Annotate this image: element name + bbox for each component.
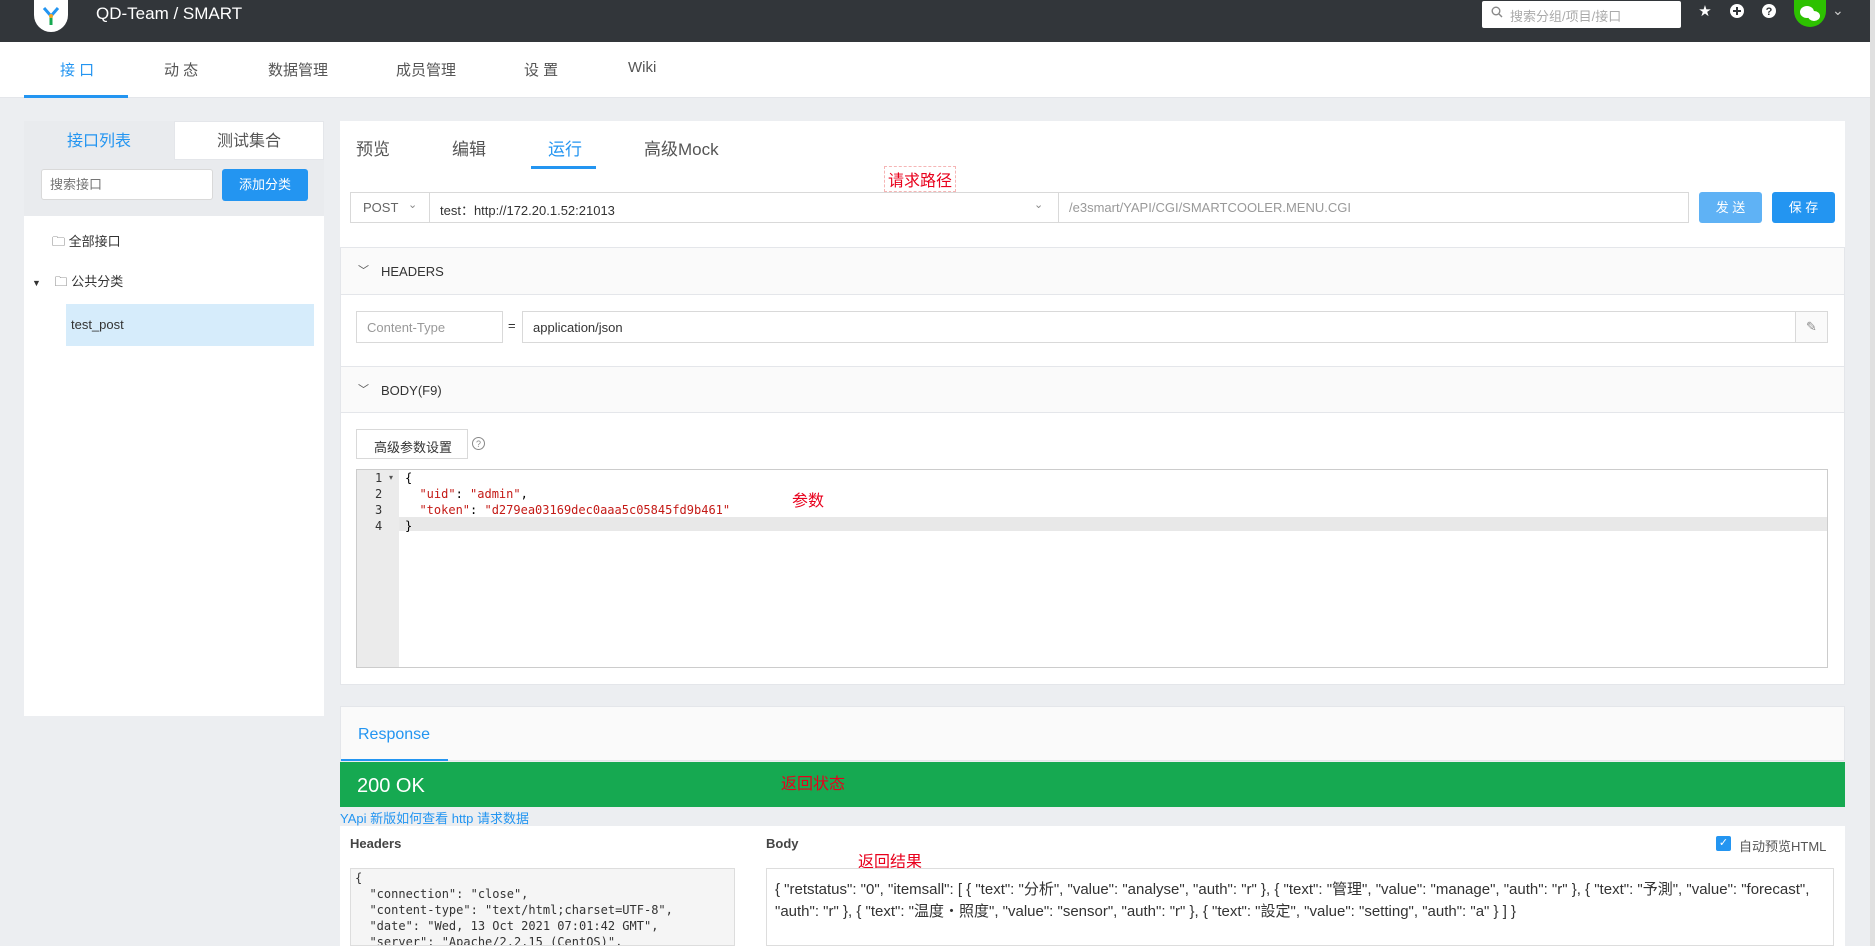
response-status-bar: 200 OK [340,762,1845,807]
chevron-down-icon: ⌄ [1034,199,1044,211]
add-category-button[interactable]: 添加分类 [222,169,308,201]
global-search-placeholder: 搜索分组/项目/接口 [1510,9,1622,24]
tree-category-public[interactable]: ▼ 🗀 公共分类 [32,271,123,295]
search-icon [1491,6,1503,21]
headers-title: HEADERS [381,264,444,279]
yapi-logo[interactable] [34,0,68,32]
active-line-highlight [399,517,1827,531]
request-path-input[interactable]: /e3smart/YAPI/CGI/SMARTCOOLER.MENU.CGI [1058,192,1689,223]
tab-api[interactable]: 接 口 [60,59,94,80]
response-headers-code: { "connection": "close", "content-type":… [350,868,735,946]
header-equals: = [508,318,516,333]
tree-all-apis[interactable]: 🗀 全部接口 [52,231,121,255]
tree-item-test-post[interactable]: test_post [66,304,314,346]
api-search-input[interactable] [41,169,213,200]
annotation-status: 返回状态 [781,776,846,793]
tree-all-apis-label: 全部接口 [68,234,121,249]
chevron-down-icon: ﹀ [358,384,369,396]
code-line: "uid": "admin", [419,487,528,501]
tab-members[interactable]: 成员管理 [396,59,456,80]
save-button[interactable]: 保 存 [1772,192,1835,223]
tree-category-label: 公共分类 [71,274,124,289]
code-line: } [405,519,413,533]
method-value: POST [363,200,399,215]
environment-value: test：http://172.20.1.52:21013 [440,203,615,218]
response-body-label: Body [766,836,799,851]
method-select[interactable]: POST ⌄ [350,192,430,223]
auto-preview-label[interactable]: 自动预览HTML [1739,836,1826,855]
headers-panel-header[interactable]: ﹀ HEADERS [340,247,1845,295]
code-line: "token": "d279ea03169dec0aaa5c05845fd9b4… [419,503,731,517]
http-help-link[interactable]: YApi 新版如何查看 http 请求数据 [340,808,529,827]
api-sidebar: 接口列表 测试集合 添加分类 🗀 全部接口 ▼ 🗀 公共分类 test_post [24,121,324,716]
star-icon[interactable]: ★ [1696,3,1714,21]
body-code-editor[interactable]: 1 2 3 4 ▾ { "uid": "admin", "token": "d2… [356,469,1828,668]
active-tab-indicator [24,95,128,98]
line-number: 2 [375,487,383,501]
folder-icon: 🗀 [52,234,66,249]
response-body-text: { "retstatus": "0", "itemsall": [ { "tex… [766,868,1834,946]
code-line: { [405,471,413,485]
line-number: 4 [375,519,383,533]
response-tab-bar: Response [340,706,1845,761]
project-nav: 接 口 动 态 数据管理 成员管理 设 置 Wiki [0,42,1870,98]
tab-settings[interactable]: 设 置 [524,59,558,80]
tab-edit[interactable]: 编辑 [452,135,486,160]
tab-data-management[interactable]: 数据管理 [268,59,328,80]
tab-response[interactable]: Response [358,726,430,744]
line-number: 3 [375,503,383,517]
tab-activity[interactable]: 动 态 [164,59,198,80]
user-avatar[interactable] [1794,0,1826,27]
advanced-params-button[interactable]: 高级参数设置 [356,429,468,459]
tab-wiki[interactable]: Wiki [628,59,656,76]
active-tab-indicator [531,166,596,169]
active-tab-indicator [341,759,448,761]
question-circle-icon[interactable]: ? [472,437,485,450]
header-key-input[interactable]: Content-Type [356,311,503,343]
tab-api-list[interactable]: 接口列表 [24,121,174,160]
tab-preview[interactable]: 预览 [356,135,390,160]
annotation-params: 参数 [792,493,825,510]
response-headers-label: Headers [350,836,402,851]
add-project-icon[interactable] [1728,3,1746,21]
breadcrumb[interactable]: QD-Team / SMART [96,4,242,24]
sidebar-search-bar: 添加分类 [24,160,324,216]
line-number: 1 [375,471,383,485]
annotation-request-path: 请求路径 [884,166,957,192]
body-panel-header[interactable]: ﹀ BODY(F9) [340,366,1845,413]
svg-text:?: ? [1766,6,1773,18]
tab-test-collection[interactable]: 测试集合 [174,121,324,160]
environment-select[interactable]: test：http://172.20.1.52:21013 ⌄ [429,192,1059,223]
header-value-input[interactable]: application/json [522,311,1796,343]
chevron-down-icon: ﹀ [358,265,369,277]
chevron-down-icon[interactable]: ⌄ [1832,2,1844,19]
caret-down-icon: ▼ [32,278,41,288]
interface-tabs: 预览 编辑 运行 高级Mock [340,121,1845,170]
send-button[interactable]: 发 送 [1699,192,1762,223]
folder-open-icon: 🗀 [54,274,68,289]
auto-preview-checkbox[interactable]: ✓ [1716,836,1731,851]
body-title: BODY(F9) [381,383,442,398]
page-scrollbar[interactable] [1870,0,1875,946]
tab-run[interactable]: 运行 [548,135,582,160]
global-search-input[interactable]: 搜索分组/项目/接口 [1482,1,1681,28]
chevron-down-icon: ⌄ [408,199,418,211]
edit-icon[interactable]: ✎ [1795,311,1828,343]
tab-advanced-mock[interactable]: 高级Mock [644,135,719,160]
top-bar: QD-Team / SMART 搜索分组/项目/接口 ★ ? ⌄ [0,0,1870,42]
help-icon[interactable]: ? [1760,3,1778,21]
fold-caret-icon[interactable]: ▾ [389,473,393,482]
sidebar-tabs: 接口列表 测试集合 [24,121,324,160]
